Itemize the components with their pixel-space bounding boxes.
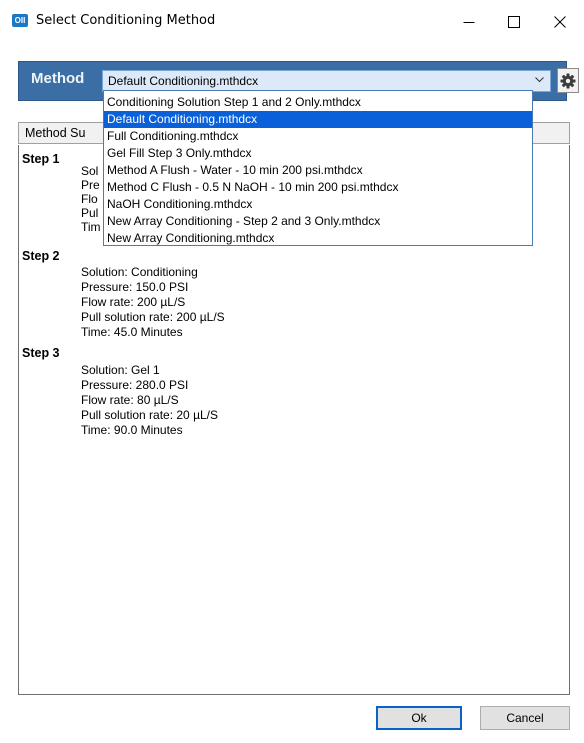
method-option[interactable]: Gel Fill Step 3 Only.mthdcx	[104, 145, 532, 162]
step-2-title: Step 2	[22, 249, 60, 263]
method-dropdown-list: Conditioning Solution Step 1 and 2 Only.…	[103, 90, 533, 246]
settings-button[interactable]	[557, 68, 579, 93]
ok-button[interactable]: Ok	[376, 706, 462, 730]
gear-icon	[560, 73, 576, 88]
method-summary-header-label: Method Su	[25, 126, 86, 140]
step-3-pull-rate: Pull solution rate: 20 µL/S	[81, 408, 218, 422]
maximize-button[interactable]	[490, 0, 538, 44]
app-icon: OII	[12, 14, 28, 27]
window-title: Select Conditioning Method	[36, 13, 216, 28]
step-1-title: Step 1	[22, 152, 60, 166]
step-3-title: Step 3	[22, 346, 60, 360]
method-option[interactable]: New Array Conditioning.mthdcx	[104, 230, 532, 247]
step-1-flow-rate: Flo	[81, 192, 98, 206]
step-2-solution: Solution: Conditioning	[81, 265, 198, 279]
title-bar: OII Select Conditioning Method	[0, 0, 584, 44]
minimize-icon	[463, 22, 475, 23]
method-option[interactable]: Full Conditioning.mthdcx	[104, 128, 532, 145]
step-1-pressure: Pre	[81, 178, 100, 192]
step-1-time: Tim	[81, 220, 101, 234]
method-option[interactable]: New Array Conditioning - Step 2 and 3 On…	[104, 213, 532, 230]
step-2-time: Time: 45.0 Minutes	[81, 325, 183, 339]
step-2-pressure: Pressure: 150.0 PSI	[81, 280, 189, 294]
method-label: Method	[31, 70, 85, 87]
method-option[interactable]: Method C Flush - 0.5 N NaOH - 10 min 200…	[104, 179, 532, 196]
minimize-button[interactable]	[445, 0, 493, 44]
chevron-down-icon	[535, 77, 544, 83]
step-2-pull-rate: Pull solution rate: 200 µL/S	[81, 310, 225, 324]
step-3-flow-rate: Flow rate: 80 µL/S	[81, 393, 179, 407]
step-3-solution: Solution: Gel 1	[81, 363, 160, 377]
step-1-pull-rate: Pul	[81, 206, 99, 220]
method-select[interactable]: Default Conditioning.mthdcx	[102, 70, 551, 92]
method-selected-value: Default Conditioning.mthdcx	[108, 74, 259, 88]
method-option[interactable]: Method A Flush - Water - 10 min 200 psi.…	[104, 162, 532, 179]
maximize-icon	[508, 16, 520, 28]
method-option-selected[interactable]: Default Conditioning.mthdcx	[104, 111, 532, 128]
method-option[interactable]: Conditioning Solution Step 1 and 2 Only.…	[104, 94, 532, 111]
step-2-flow-rate: Flow rate: 200 µL/S	[81, 295, 186, 309]
step-3-time: Time: 90.0 Minutes	[81, 423, 183, 437]
step-3-pressure: Pressure: 280.0 PSI	[81, 378, 189, 392]
cancel-button[interactable]: Cancel	[480, 706, 570, 730]
close-icon	[554, 16, 566, 28]
step-1-solution: Sol	[81, 164, 99, 178]
method-option[interactable]: NaOH Conditioning.mthdcx	[104, 196, 532, 213]
close-button[interactable]	[536, 0, 584, 44]
